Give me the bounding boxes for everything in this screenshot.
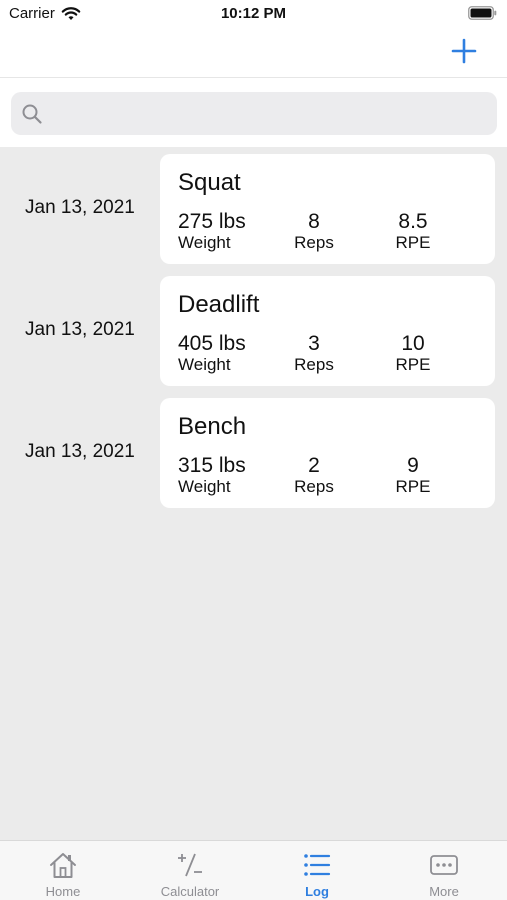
- weight-value: 275 lbs: [178, 210, 246, 233]
- header-area: Carrier 10:12 PM: [0, 0, 507, 147]
- reps-value: 2: [308, 454, 320, 477]
- exercise-card[interactable]: Deadlift 405 lbs Weight 3 Reps 10 RPE: [160, 276, 495, 386]
- house-icon: [50, 853, 76, 878]
- weight-value: 405 lbs: [178, 332, 246, 355]
- tab-bar: Home Calculator Log More: [0, 840, 507, 900]
- weight-stat: 275 lbs Weight: [178, 210, 246, 253]
- tab-label: Log: [305, 884, 329, 899]
- weight-stat: 315 lbs Weight: [178, 454, 246, 497]
- tab-more[interactable]: More: [381, 841, 507, 900]
- exercise-name: Bench: [178, 413, 247, 440]
- log-date: Jan 13, 2021: [25, 319, 135, 340]
- exercise-card[interactable]: Squat 275 lbs Weight 8 Reps 8.5 RPE: [160, 154, 495, 264]
- exercise-name: Squat: [178, 169, 241, 196]
- search-bar[interactable]: [11, 92, 497, 135]
- tab-log[interactable]: Log: [254, 841, 380, 900]
- search-input[interactable]: [51, 92, 491, 135]
- log-row: Jan 13, 2021 Bench 315 lbs Weight 2 Reps…: [0, 391, 507, 513]
- rpe-value: 9: [407, 454, 419, 477]
- ellipsis-icon: [430, 855, 458, 875]
- rpe-value: 10: [401, 332, 425, 355]
- reps-stat: 3 Reps: [284, 332, 344, 375]
- reps-label: Reps: [294, 355, 334, 374]
- tab-label: More: [429, 884, 459, 899]
- weight-stat: 405 lbs Weight: [178, 332, 246, 375]
- add-entry-button[interactable]: [449, 36, 479, 66]
- rpe-label: RPE: [395, 477, 431, 496]
- tab-home[interactable]: Home: [0, 841, 126, 900]
- tab-label: Home: [45, 884, 81, 899]
- rpe-stat: 9 RPE: [383, 454, 443, 497]
- battery-icon: [468, 6, 497, 20]
- rpe-stat: 8.5 RPE: [383, 210, 443, 253]
- plus-minus-icon: [178, 853, 202, 877]
- tab-calculator[interactable]: Calculator: [127, 841, 253, 900]
- rpe-stat: 10 RPE: [383, 332, 443, 375]
- rpe-value: 8.5: [398, 210, 428, 233]
- tab-label: Calculator: [160, 884, 220, 899]
- rpe-label: RPE: [395, 355, 431, 374]
- log-list: Jan 13, 2021 Squat 275 lbs Weight 8 Reps…: [0, 147, 507, 513]
- reps-value: 8: [308, 210, 320, 233]
- weight-label: Weight: [178, 477, 231, 496]
- log-row: Jan 13, 2021 Deadlift 405 lbs Weight 3 R…: [0, 269, 507, 391]
- exercise-card[interactable]: Bench 315 lbs Weight 2 Reps 9 RPE: [160, 398, 495, 508]
- navigation-bar: [0, 30, 507, 78]
- weight-value: 315 lbs: [178, 454, 246, 477]
- status-bar: Carrier 10:12 PM: [0, 0, 507, 30]
- search-icon: [22, 104, 42, 124]
- weight-label: Weight: [178, 233, 231, 252]
- log-date: Jan 13, 2021: [25, 197, 135, 218]
- rpe-label: RPE: [395, 233, 431, 252]
- reps-label: Reps: [294, 477, 334, 496]
- log-row: Jan 13, 2021 Squat 275 lbs Weight 8 Reps…: [0, 147, 507, 269]
- reps-stat: 2 Reps: [284, 454, 344, 497]
- weight-label: Weight: [178, 355, 231, 374]
- status-time: 10:12 PM: [220, 5, 287, 22]
- plus-icon: [451, 38, 477, 64]
- reps-stat: 8 Reps: [284, 210, 344, 253]
- exercise-name: Deadlift: [178, 291, 260, 318]
- log-date: Jan 13, 2021: [25, 441, 135, 462]
- list-icon: [304, 854, 331, 876]
- reps-value: 3: [308, 332, 320, 355]
- reps-label: Reps: [294, 233, 334, 252]
